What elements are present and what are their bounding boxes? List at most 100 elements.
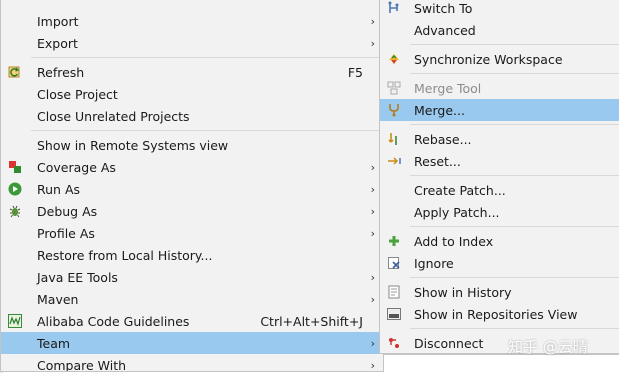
- menu-separator: [410, 44, 619, 45]
- submenu-arrow-icon: ›: [370, 292, 375, 306]
- disconnect-icon: [386, 335, 402, 351]
- menu-item-label: Close Project: [37, 86, 118, 102]
- submenu-arrow-icon: ›: [370, 160, 375, 174]
- menu-item-label: Merge Tool: [414, 80, 482, 96]
- menu-item-java-ee-tools[interactable]: Java EE Tools ›: [1, 266, 383, 288]
- menu-item-label: Refresh: [37, 64, 85, 80]
- project-context-menu: Import › Export › Refresh F5 Close Proje…: [0, 0, 384, 372]
- menu-item-label: Java EE Tools: [37, 269, 118, 285]
- menu-item-label: Add to Index: [414, 233, 494, 249]
- merge-icon: [386, 102, 402, 118]
- menu-item-show-remote[interactable]: Show in Remote Systems view: [1, 134, 383, 156]
- menu-item-synchronize[interactable]: Synchronize Workspace: [380, 48, 619, 70]
- menu-item-close-unrelated[interactable]: Close Unrelated Projects: [1, 105, 383, 127]
- menu-item-label: Compare With: [37, 357, 127, 372]
- code-guidelines-icon: [7, 313, 23, 329]
- menu-separator: [410, 124, 619, 125]
- ignore-icon: [386, 255, 402, 271]
- menu-item-merge-tool: Merge Tool: [380, 77, 619, 99]
- submenu-arrow-icon: ›: [370, 36, 375, 50]
- refresh-icon: [7, 64, 23, 80]
- menu-item-label: Show in Repositories View: [414, 306, 578, 322]
- menu-item-label: Create Patch...: [414, 182, 506, 198]
- menu-item-alibaba-guidelines[interactable]: Alibaba Code Guidelines Ctrl+Alt+Shift+J: [1, 310, 383, 332]
- shortcut-text: F5: [347, 64, 363, 80]
- team-submenu: Switch To Advanced Synchronize Workspace…: [379, 0, 619, 354]
- background-pane: [384, 354, 619, 374]
- submenu-arrow-icon: ›: [370, 358, 375, 372]
- add-icon: [386, 233, 402, 249]
- git-repository-icon: [386, 306, 402, 322]
- menu-item-label: Ignore: [414, 255, 454, 271]
- menu-item-label: Run As: [37, 181, 81, 197]
- menu-item-create-patch[interactable]: Create Patch...: [380, 179, 619, 201]
- menu-item-run-as[interactable]: Run As ›: [1, 178, 383, 200]
- bug-icon: [7, 203, 23, 219]
- menu-item-label: Import: [37, 13, 79, 29]
- submenu-arrow-icon: ›: [370, 336, 375, 350]
- menu-item-label: Synchronize Workspace: [414, 51, 563, 67]
- menu-item-compare-with[interactable]: Compare With ›: [1, 354, 383, 372]
- submenu-arrow-icon: ›: [370, 270, 375, 284]
- menu-item-label: Debug As: [37, 203, 98, 219]
- menu-separator: [410, 277, 619, 278]
- submenu-arrow-icon: ›: [370, 14, 375, 28]
- menu-item-add-to-index[interactable]: Add to Index: [380, 230, 619, 252]
- menu-item-advanced[interactable]: Advanced: [380, 19, 619, 41]
- menu-item-label: Maven: [37, 291, 79, 307]
- submenu-arrow-icon: ›: [370, 226, 375, 240]
- menu-item-debug-as[interactable]: Debug As ›: [1, 200, 383, 222]
- menu-item-label: Team: [37, 335, 71, 351]
- menu-separator: [31, 57, 381, 58]
- reset-icon: [386, 153, 402, 169]
- menu-separator: [410, 73, 619, 74]
- menu-item-show-history[interactable]: Show in History: [380, 281, 619, 303]
- menu-item-label: Advanced: [414, 22, 476, 38]
- menu-item-label: Coverage As: [37, 159, 116, 175]
- menu-item-label: Restore from Local History...: [37, 247, 213, 263]
- history-icon: [386, 284, 402, 300]
- menu-separator: [410, 175, 619, 176]
- menu-item-label: Show in History: [414, 284, 512, 300]
- menu-item-export[interactable]: Export ›: [1, 32, 383, 54]
- menu-item-label: Show in Remote Systems view: [37, 137, 229, 153]
- menu-item-label: Rebase...: [414, 131, 472, 147]
- menu-item-rebase[interactable]: Rebase...: [380, 128, 619, 150]
- menu-item-label: Switch To: [414, 0, 473, 16]
- menu-item-label: Apply Patch...: [414, 204, 500, 220]
- rebase-icon: [386, 131, 402, 147]
- menu-item-reset[interactable]: Reset...: [380, 150, 619, 172]
- menu-item-import[interactable]: Import ›: [1, 10, 383, 32]
- menu-item-label: Close Unrelated Projects: [37, 108, 190, 124]
- menu-item-team[interactable]: Team ›: [1, 332, 383, 354]
- run-icon: [7, 181, 23, 197]
- menu-separator: [31, 130, 381, 131]
- menu-item-label: Alibaba Code Guidelines: [37, 313, 190, 329]
- menu-item-profile-as[interactable]: Profile As ›: [1, 222, 383, 244]
- menu-item-switch-to[interactable]: Switch To: [380, 0, 619, 19]
- switch-branch-icon: [386, 0, 402, 16]
- watermark: 知乎 @云晴: [508, 338, 588, 356]
- menu-item-restore-history[interactable]: Restore from Local History...: [1, 244, 383, 266]
- menu-item-refresh[interactable]: Refresh F5: [1, 61, 383, 83]
- merge-tool-icon: [386, 80, 402, 96]
- menu-item-coverage-as[interactable]: Coverage As ›: [1, 156, 383, 178]
- menu-separator: [410, 226, 619, 227]
- menu-item-ignore[interactable]: Ignore: [380, 252, 619, 274]
- synchronize-icon: [386, 51, 402, 67]
- shortcut-text: Ctrl+Alt+Shift+J: [260, 313, 363, 329]
- submenu-arrow-icon: ›: [370, 204, 375, 218]
- menu-separator: [410, 328, 619, 329]
- menu-item-merge[interactable]: Merge...: [380, 99, 619, 121]
- menu-item-maven[interactable]: Maven ›: [1, 288, 383, 310]
- menu-item-label: Reset...: [414, 153, 461, 169]
- menu-item-apply-patch[interactable]: Apply Patch...: [380, 201, 619, 223]
- coverage-icon: [7, 159, 23, 175]
- submenu-arrow-icon: ›: [370, 182, 375, 196]
- menu-item-label: Profile As: [37, 225, 95, 241]
- menu-item-show-repositories[interactable]: Show in Repositories View: [380, 303, 619, 325]
- menu-item-close-project[interactable]: Close Project: [1, 83, 383, 105]
- menu-item-label: Merge...: [414, 102, 465, 118]
- menu-item-label: Disconnect: [414, 335, 484, 351]
- menu-item-label: Export: [37, 35, 78, 51]
